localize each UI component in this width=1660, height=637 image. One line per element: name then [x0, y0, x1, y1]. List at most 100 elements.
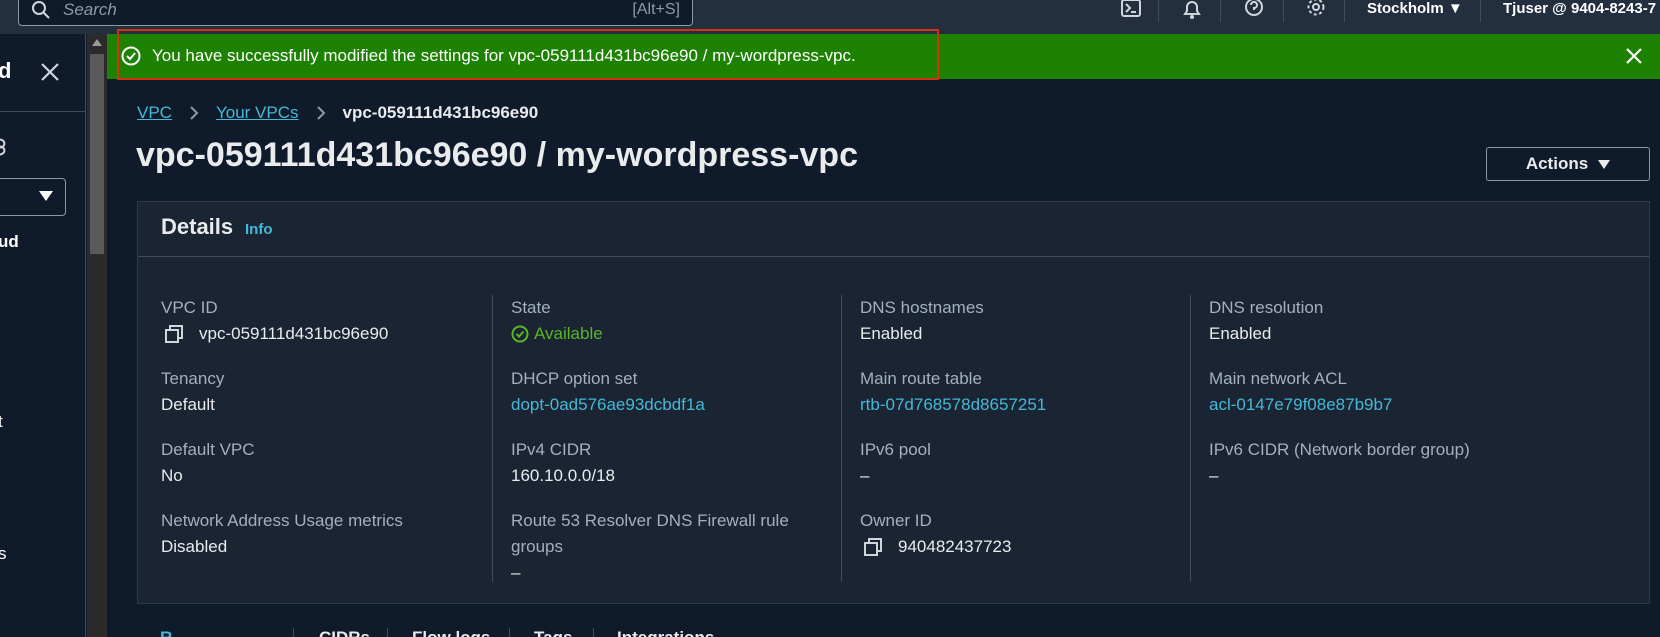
side-navigation: d ud t s	[0, 34, 86, 637]
breadcrumb-link-vpc[interactable]: VPC	[137, 103, 172, 123]
account-menu[interactable]: Tjuser @ 9404-8243-7	[1503, 0, 1656, 17]
field-label: IPv4 CIDR	[511, 440, 592, 459]
actions-button[interactable]: Actions	[1486, 147, 1650, 181]
field-label: IPv6 CIDR (Network border group)	[1209, 440, 1470, 459]
nav-divider	[1344, 0, 1345, 22]
field-ipv6-pool: IPv6 pool –	[860, 437, 931, 489]
success-check-icon	[121, 46, 141, 66]
vpc-id-value: vpc-059111d431bc96e90	[199, 324, 389, 343]
scrollbar-thumb[interactable]	[90, 54, 104, 254]
field-main-route-table: Main route table rtb-07d768578d8657251	[860, 366, 1046, 418]
sidebar-glyph-icon	[0, 138, 6, 156]
nav-divider	[1158, 0, 1159, 22]
actions-label: Actions	[1525, 154, 1589, 173]
cloudshell-icon[interactable]	[1120, 0, 1142, 20]
tab-integrations[interactable]: Integrations	[617, 628, 714, 637]
breadcrumb-link-your-vpcs[interactable]: Your VPCs	[216, 103, 299, 123]
field-dhcp-option-set: DHCP option set dopt-0ad576ae93dcbdf1a	[511, 366, 705, 418]
field-value: –	[860, 466, 870, 485]
field-value: No	[161, 466, 183, 485]
main-content: You have successfully modified the setti…	[107, 29, 1660, 637]
status-available-icon	[511, 325, 529, 343]
nav-divider	[1480, 0, 1481, 22]
flash-message: You have successfully modified the setti…	[152, 46, 856, 65]
sidebar-item-fragment[interactable]: ud	[0, 232, 19, 252]
field-state: State Available	[511, 295, 603, 347]
field-value: vpc-059111d431bc96e90	[161, 321, 388, 347]
region-label: Stockholm	[1367, 0, 1444, 17]
field-value: Default	[161, 395, 215, 414]
dropdown-arrow-icon	[39, 191, 53, 201]
sidebar-item-fragment[interactable]: s	[0, 544, 7, 564]
tab-divider	[593, 628, 594, 637]
field-value: –	[1209, 466, 1219, 485]
sidebar-title-fragment: d	[0, 58, 11, 84]
sidebar-divider	[0, 111, 85, 112]
chevron-right-icon	[190, 106, 199, 120]
tab-divider	[509, 628, 510, 637]
field-main-network-acl: Main network ACL acl-0147e79f08e87b9b7	[1209, 366, 1392, 418]
info-link[interactable]: Info	[245, 221, 273, 238]
details-header: Details Info	[138, 202, 1649, 257]
field-owner-id: Owner ID 940482437723	[860, 508, 1011, 560]
field-label: Route 53 Resolver DNS Firewall rule	[511, 511, 789, 530]
close-icon[interactable]	[40, 62, 60, 82]
details-heading: Details	[161, 214, 234, 239]
copy-icon[interactable]	[864, 538, 882, 556]
field-ipv4-cidr: IPv4 CIDR 160.10.0.0/18	[511, 437, 615, 489]
scroll-up-arrow-icon[interactable]	[92, 39, 102, 46]
breadcrumb-current: vpc-059111d431bc96e90	[342, 103, 539, 122]
tab-resource-map[interactable]: R	[160, 628, 172, 637]
field-label: Main network ACL	[1209, 369, 1347, 388]
help-icon[interactable]	[1243, 0, 1265, 20]
tabs-bar-partial: R CIDRs Flow logs Tags Integrations	[137, 628, 837, 637]
field-value: Enabled	[1209, 324, 1272, 343]
region-selector[interactable]: Stockholm ▼	[1367, 0, 1463, 17]
field-ipv6-cidr: IPv6 CIDR (Network border group) –	[1209, 437, 1470, 489]
settings-gear-icon[interactable]	[1305, 0, 1327, 20]
tab-divider	[293, 628, 294, 637]
field-label: Network Address Usage metrics	[161, 511, 403, 530]
sidebar-vpc-filter-select[interactable]	[0, 178, 66, 216]
field-label: VPC ID	[161, 298, 218, 317]
search-input[interactable]: Search [Alt+S]	[18, 0, 693, 26]
search-placeholder: Search	[63, 0, 117, 19]
notifications-bell-icon[interactable]	[1181, 0, 1203, 20]
main-route-table-link[interactable]: rtb-07d768578d8657251	[860, 392, 1046, 418]
state-value: Available	[534, 324, 603, 343]
field-default-vpc: Default VPC No	[161, 437, 255, 489]
tab-flow-logs[interactable]: Flow logs	[412, 628, 490, 637]
field-dns-hostnames: DNS hostnames Enabled	[860, 295, 984, 347]
column-divider	[492, 295, 493, 582]
sidebar-item-fragment[interactable]: t	[0, 412, 3, 432]
field-route53-firewall-rule-groups: Route 53 Resolver DNS Firewall rule grou…	[511, 508, 789, 586]
field-network-address-usage-metrics: Network Address Usage metrics Disabled	[161, 508, 403, 560]
sidebar-scrollbar[interactable]	[87, 34, 107, 637]
owner-id-value: 940482437723	[898, 537, 1012, 556]
chevron-right-icon	[316, 106, 325, 120]
field-label: Owner ID	[860, 511, 932, 530]
copy-icon[interactable]	[165, 325, 183, 343]
caret-down-icon	[1598, 159, 1611, 169]
search-icon	[32, 1, 50, 19]
field-value: Enabled	[860, 324, 923, 343]
main-network-acl-link[interactable]: acl-0147e79f08e87b9b7	[1209, 392, 1392, 418]
field-value: –	[511, 563, 521, 582]
field-label: Tenancy	[161, 369, 225, 388]
column-divider	[841, 295, 842, 582]
nav-divider	[1220, 0, 1221, 22]
field-label: Default VPC	[161, 440, 255, 459]
field-value: 940482437723	[860, 534, 1011, 560]
dhcp-option-set-link[interactable]: dopt-0ad576ae93dcbdf1a	[511, 392, 705, 418]
success-flash-banner: You have successfully modified the setti…	[107, 29, 1660, 80]
field-label: IPv6 pool	[860, 440, 931, 459]
nav-divider	[1283, 0, 1284, 22]
tab-cidrs[interactable]: CIDRs	[319, 628, 370, 637]
details-panel: Details Info VPC ID vpc-059111d431bc96e9…	[137, 201, 1650, 604]
field-label: Main route table	[860, 369, 982, 388]
field-tenancy: Tenancy Default	[161, 366, 224, 418]
page-title: vpc-059111d431bc96e90 / my-wordpress-vpc	[136, 136, 858, 174]
tab-tags[interactable]: Tags	[534, 628, 572, 637]
field-label: DNS resolution	[1209, 298, 1324, 317]
dismiss-close-icon[interactable]	[1624, 46, 1644, 66]
